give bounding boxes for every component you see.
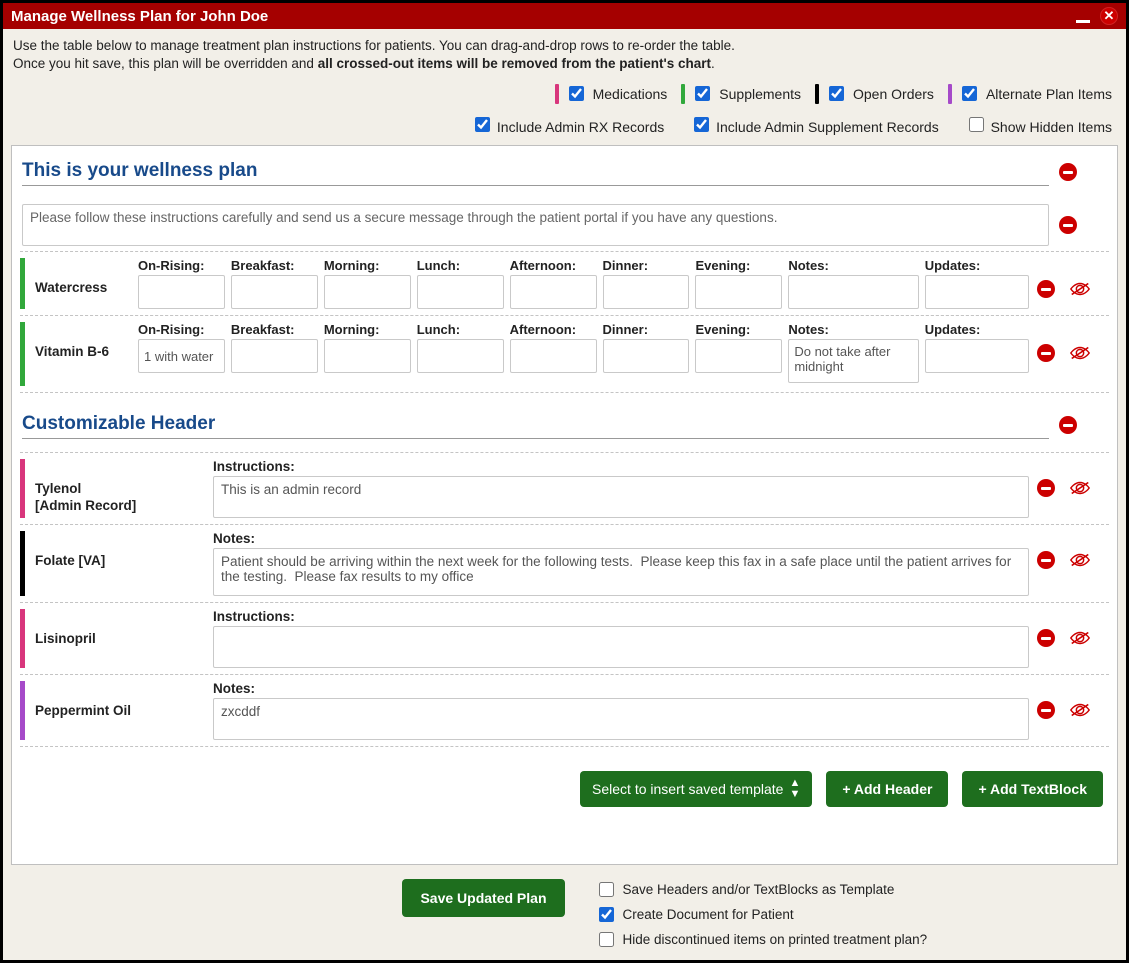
filter-supplements-checkbox[interactable]: [695, 86, 710, 101]
lunch-input[interactable]: [417, 275, 504, 309]
intro-text: Use the table below to manage treatment …: [3, 29, 1126, 79]
updates-input[interactable]: [925, 339, 1029, 373]
remove-item-button[interactable]: [1037, 629, 1055, 647]
filter-options-row: Include Admin RX Records Include Admin S…: [3, 110, 1126, 145]
save-template-checkbox[interactable]: [599, 882, 614, 897]
hide-item-icon[interactable]: [1069, 552, 1091, 568]
item-name: Watercress: [35, 258, 130, 295]
include-admin-supp-checkbox[interactable]: [694, 117, 709, 132]
footer: Save Updated Plan Save Headers and/or Te…: [3, 873, 1126, 960]
save-plan-button[interactable]: Save Updated Plan: [402, 879, 564, 917]
item-row-tylenol: Tylenol [Admin Record] Instructions: Thi…: [20, 452, 1109, 525]
dinner-input[interactable]: [603, 339, 690, 373]
window-title: Manage Wellness Plan for John Doe: [11, 8, 268, 25]
filter-supplements-label: Supplements: [719, 86, 801, 102]
include-admin-supp-label: Include Admin Supplement Records: [716, 119, 939, 135]
updates-input[interactable]: [925, 275, 1029, 309]
remove-header-button[interactable]: [1059, 416, 1077, 434]
category-stripe-medication: [20, 459, 25, 518]
section-header-input[interactable]: [22, 158, 1049, 186]
remove-item-button[interactable]: [1037, 344, 1055, 362]
afternoon-input[interactable]: [510, 275, 597, 309]
add-header-button[interactable]: + Add Header: [826, 771, 948, 807]
hide-item-icon[interactable]: [1069, 702, 1091, 718]
item-name: Tylenol [Admin Record]: [35, 459, 205, 515]
remove-item-button[interactable]: [1037, 551, 1055, 569]
filter-alternate-checkbox[interactable]: [962, 86, 977, 101]
evening-input[interactable]: [695, 339, 782, 373]
morning-input[interactable]: [324, 339, 411, 373]
evening-input[interactable]: [695, 275, 782, 309]
filter-alternate-label: Alternate Plan Items: [986, 86, 1112, 102]
minimize-icon[interactable]: [1076, 20, 1090, 23]
item-row-vitamin-b6: Vitamin B-6 On-Rising: Breakfast: Mornin…: [20, 315, 1109, 393]
create-document-checkbox[interactable]: [599, 907, 614, 922]
item-row-folate: Folate [VA] Notes: Patient should be arr…: [20, 524, 1109, 603]
category-stripe-supplement: [20, 322, 25, 386]
instructions-input[interactable]: This is an admin record: [213, 476, 1029, 518]
hide-item-icon[interactable]: [1069, 281, 1091, 297]
plan-panel: Please follow these instructions careful…: [11, 145, 1118, 865]
section-header-input[interactable]: [22, 411, 1049, 439]
item-row-peppermint: Peppermint Oil Notes: zxcddf: [20, 674, 1109, 747]
on-rising-input[interactable]: [138, 339, 225, 373]
notes-input[interactable]: Do not take after midnight: [788, 339, 918, 383]
remove-header-button[interactable]: [1059, 163, 1077, 181]
item-name: Peppermint Oil: [35, 681, 205, 718]
select-template-button[interactable]: Select to insert saved template▲▼: [580, 771, 812, 807]
textblock-input[interactable]: Please follow these instructions careful…: [22, 204, 1049, 246]
filter-legend-row: Medications Supplements Open Orders Alte…: [3, 79, 1126, 110]
remove-item-button[interactable]: [1037, 280, 1055, 298]
breakfast-input[interactable]: [231, 339, 318, 373]
window: Manage Wellness Plan for John Doe ✕ Use …: [2, 2, 1127, 961]
notes-input[interactable]: Patient should be arriving within the ne…: [213, 548, 1029, 596]
notes-input[interactable]: zxcddf: [213, 698, 1029, 740]
dinner-input[interactable]: [603, 275, 690, 309]
item-name: Folate [VA]: [35, 531, 205, 568]
filter-open-orders-label: Open Orders: [853, 86, 934, 102]
caret-updown-icon: ▲▼: [789, 778, 800, 800]
hide-item-icon[interactable]: [1069, 480, 1091, 496]
breakfast-input[interactable]: [231, 275, 318, 309]
add-textblock-button[interactable]: + Add TextBlock: [962, 771, 1103, 807]
show-hidden-label: Show Hidden Items: [991, 119, 1112, 135]
section-header-row: [20, 407, 1109, 439]
legend-medications-icon: [555, 84, 559, 104]
section-header-row: [20, 154, 1109, 186]
item-name: Vitamin B-6: [35, 322, 130, 359]
hide-item-icon[interactable]: [1069, 345, 1091, 361]
lunch-input[interactable]: [417, 339, 504, 373]
show-hidden-checkbox[interactable]: [969, 117, 984, 132]
filter-open-orders-checkbox[interactable]: [829, 86, 844, 101]
category-stripe-medication: [20, 609, 25, 668]
item-row-watercress: Watercress On-Rising: Breakfast: Morning…: [20, 251, 1109, 316]
category-stripe-supplement: [20, 258, 25, 309]
remove-item-button[interactable]: [1037, 479, 1055, 497]
include-admin-rx-label: Include Admin RX Records: [497, 119, 664, 135]
hide-discontinued-checkbox[interactable]: [599, 932, 614, 947]
category-stripe-open-order: [20, 531, 25, 596]
item-name: Lisinopril: [35, 609, 205, 646]
titlebar: Manage Wellness Plan for John Doe ✕: [3, 3, 1126, 29]
hide-item-icon[interactable]: [1069, 630, 1091, 646]
remove-textblock-button[interactable]: [1059, 216, 1077, 234]
filter-medications-label: Medications: [593, 86, 668, 102]
legend-open-orders-icon: [815, 84, 819, 104]
close-icon[interactable]: ✕: [1100, 7, 1118, 25]
on-rising-input[interactable]: [138, 275, 225, 309]
item-row-lisinopril: Lisinopril Instructions:: [20, 602, 1109, 675]
panel-bottom-actions: Select to insert saved template▲▼ + Add …: [20, 747, 1109, 811]
remove-item-button[interactable]: [1037, 701, 1055, 719]
morning-input[interactable]: [324, 275, 411, 309]
legend-alternate-icon: [948, 84, 952, 104]
afternoon-input[interactable]: [510, 339, 597, 373]
category-stripe-alternate: [20, 681, 25, 740]
notes-input[interactable]: [788, 275, 918, 309]
legend-supplements-icon: [681, 84, 685, 104]
filter-medications-checkbox[interactable]: [569, 86, 584, 101]
include-admin-rx-checkbox[interactable]: [475, 117, 490, 132]
textblock-row: Please follow these instructions careful…: [20, 186, 1109, 252]
instructions-input[interactable]: [213, 626, 1029, 668]
